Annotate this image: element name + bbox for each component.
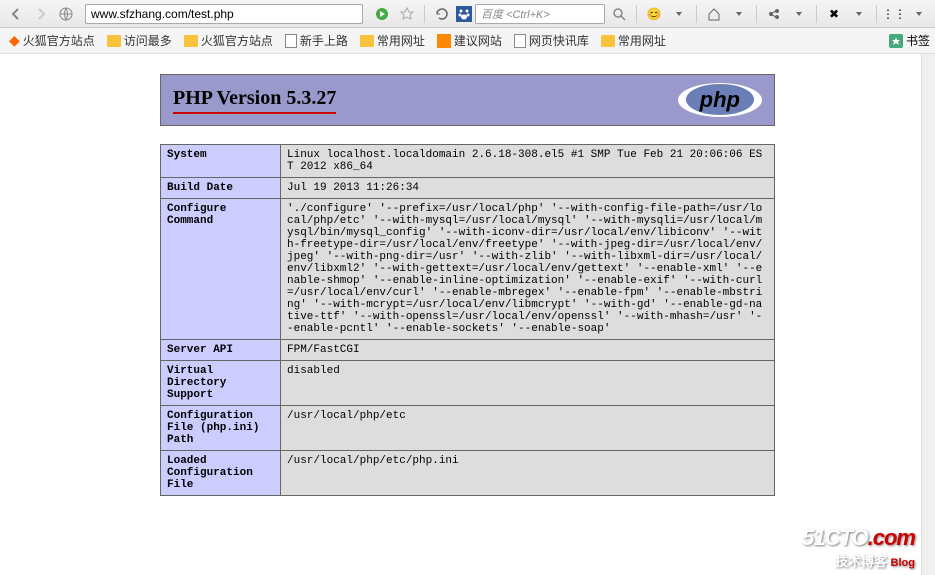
bookmark-bar: ◆火狐官方站点 访问最多 火狐官方站点 新手上路 常用网址 建议网站 网页快讯库… <box>0 28 935 54</box>
php-info-table: SystemLinux localhost.localdomain 2.6.18… <box>160 144 775 496</box>
dropdown-icon[interactable] <box>728 4 750 24</box>
forward-button[interactable] <box>30 4 52 24</box>
table-row: Server APIFPM/FastCGI <box>161 340 775 361</box>
folder-icon <box>601 35 615 47</box>
bookmarks-menu[interactable]: 书签 <box>889 32 930 49</box>
table-row: Loaded Configuration File/usr/local/php/… <box>161 451 775 496</box>
bookmark-item[interactable]: 网页快讯库 <box>510 30 593 51</box>
search-input[interactable]: 百度 <Ctrl+K> <box>475 4 605 24</box>
bookmark-item[interactable]: 访问最多 <box>103 30 176 51</box>
share-icon[interactable] <box>763 4 785 24</box>
bookmark-item[interactable]: 新手上路 <box>281 30 352 51</box>
bookmark-item[interactable]: ◆火狐官方站点 <box>5 30 99 51</box>
folder-icon <box>107 35 121 47</box>
search-button[interactable] <box>608 4 630 24</box>
url-input[interactable] <box>85 4 363 24</box>
table-row: Build DateJul 19 2013 11:26:34 <box>161 178 775 199</box>
bookmark-item[interactable]: 常用网址 <box>597 30 670 51</box>
table-row: Virtual Directory Supportdisabled <box>161 361 775 406</box>
navigation-bar: 百度 <Ctrl+K> 😊 ✖ ⋮⋮ <box>0 0 935 28</box>
bookmark-star-icon <box>889 34 903 48</box>
star-icon[interactable] <box>396 4 418 24</box>
reload-button[interactable] <box>431 4 453 24</box>
bookmark-item[interactable]: 常用网址 <box>356 30 429 51</box>
go-button[interactable] <box>371 4 393 24</box>
table-row: Configure Command'./configure' '--prefix… <box>161 199 775 340</box>
separator <box>876 5 877 23</box>
separator <box>636 5 637 23</box>
baidu-icon <box>456 6 472 22</box>
folder-icon <box>184 35 198 47</box>
dropdown-icon[interactable] <box>668 4 690 24</box>
back-button[interactable] <box>5 4 27 24</box>
orange-icon <box>437 34 451 48</box>
x-icon[interactable]: ✖ <box>823 4 845 24</box>
separator <box>424 5 425 23</box>
php-header: PHP Version 5.3.27 php <box>160 74 775 126</box>
php-version-title: PHP Version 5.3.27 <box>173 87 336 114</box>
fire-icon: ◆ <box>9 32 20 49</box>
emoji-icon[interactable]: 😊 <box>643 4 665 24</box>
separator <box>756 5 757 23</box>
separator <box>816 5 817 23</box>
page-content: PHP Version 5.3.27 php SystemLinux local… <box>0 54 935 575</box>
table-row: SystemLinux localhost.localdomain 2.6.18… <box>161 145 775 178</box>
home-button[interactable] <box>703 4 725 24</box>
folder-icon <box>360 35 374 47</box>
dropdown-icon[interactable] <box>908 4 930 24</box>
dropdown-icon[interactable] <box>788 4 810 24</box>
page-icon <box>285 34 297 48</box>
grip-icon[interactable]: ⋮⋮ <box>883 4 905 24</box>
php-logo: php <box>678 83 762 117</box>
bookmark-item[interactable]: 建议网站 <box>433 30 506 51</box>
separator <box>696 5 697 23</box>
page-icon <box>514 34 526 48</box>
dropdown-icon[interactable] <box>848 4 870 24</box>
bookmark-item[interactable]: 火狐官方站点 <box>180 30 277 51</box>
globe-icon <box>55 4 77 24</box>
table-row: Configuration File (php.ini) Path/usr/lo… <box>161 406 775 451</box>
